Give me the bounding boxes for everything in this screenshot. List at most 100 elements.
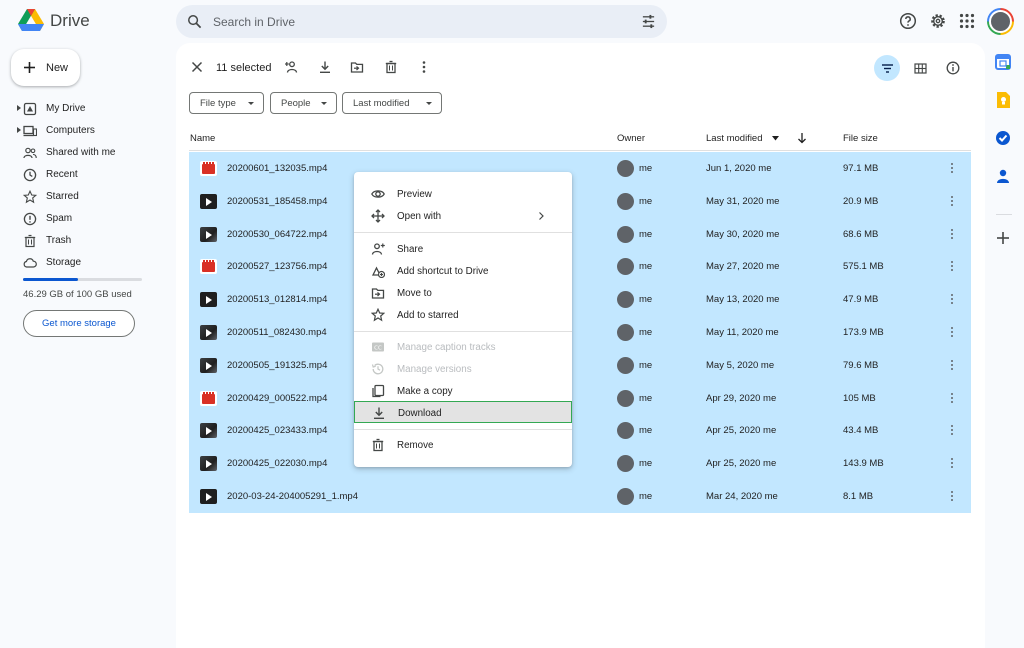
contacts-app-icon[interactable] <box>994 167 1012 185</box>
menu-item-download[interactable]: Download <box>354 401 572 423</box>
sort-dropdown-icon[interactable] <box>772 136 779 141</box>
sidebar-item-my-drive[interactable]: My Drive <box>0 98 176 120</box>
table-row[interactable]: 20200505_191325.mp4 me May 5, 2020 me 79… <box>189 348 971 382</box>
owner-avatar <box>617 487 634 505</box>
menu-item-label: Remove <box>397 440 434 451</box>
get-more-storage-button[interactable]: Get more storage <box>23 310 135 337</box>
menu-item-add-to-starred[interactable]: Add to starred <box>354 304 572 326</box>
sort-direction-arrow-icon[interactable] <box>797 132 807 144</box>
filter-chip-people[interactable]: People <box>270 92 337 114</box>
owner-avatar <box>617 422 634 440</box>
add-app-plus-icon[interactable] <box>994 229 1012 247</box>
menu-item-make-a-copy[interactable]: Make a copy <box>354 380 572 402</box>
video-file-icon <box>200 456 217 472</box>
file-size: 43.4 MB <box>843 425 879 437</box>
menu-item-move-to[interactable]: Move to <box>354 282 572 304</box>
grid-view-button[interactable] <box>907 55 933 81</box>
menu-item-label: Make a copy <box>397 386 453 397</box>
file-owner: me <box>639 195 653 207</box>
column-header-file-size[interactable]: File size <box>843 133 878 144</box>
eye-icon <box>371 190 385 198</box>
sidebar-item-computers[interactable]: Computers <box>0 120 176 142</box>
trash-icon[interactable] <box>384 60 398 74</box>
tasks-app-icon[interactable] <box>994 129 1012 147</box>
sidebar-item-spam[interactable]: Spam <box>0 208 176 230</box>
search-input[interactable] <box>213 13 613 31</box>
sidebar-item-storage[interactable]: Storage <box>0 252 176 274</box>
details-info-button[interactable] <box>940 55 966 81</box>
more-actions-icon[interactable] <box>946 259 958 273</box>
column-header-last-modified[interactable]: Last modified <box>706 133 763 144</box>
more-actions-icon[interactable] <box>946 358 958 372</box>
menu-item-remove[interactable]: Remove <box>354 434 572 456</box>
search-box[interactable] <box>176 5 667 38</box>
account-avatar[interactable] <box>987 8 1014 35</box>
chevron-down-icon <box>248 102 254 105</box>
menu-item-preview[interactable]: Preview <box>354 183 572 205</box>
more-actions-icon[interactable] <box>946 456 958 470</box>
more-actions-icon[interactable] <box>946 292 958 306</box>
sidebar-item-starred[interactable]: Starred <box>0 186 176 208</box>
new-button[interactable]: New <box>11 49 80 86</box>
download-icon[interactable] <box>318 60 332 74</box>
owner-avatar <box>617 455 634 473</box>
open-with-icon <box>371 209 385 223</box>
table-row[interactable]: 20200531_185458.mp4 me May 31, 2020 me 2… <box>189 184 971 218</box>
menu-item-add-shortcut[interactable]: Add shortcut to Drive <box>354 260 572 282</box>
table-row[interactable]: 20200511_082430.mp4 me May 11, 2020 me 1… <box>189 315 971 349</box>
download-icon <box>374 407 384 420</box>
table-row[interactable]: 20200513_012814.mp4 me May 13, 2020 me 4… <box>189 283 971 316</box>
column-header-name[interactable]: Name <box>190 133 215 144</box>
file-last-modified: May 5, 2020 me <box>706 359 775 371</box>
filter-toggle-button[interactable] <box>874 55 900 81</box>
filter-chip-file-type[interactable]: File type <box>189 92 264 114</box>
menu-item-label: Add shortcut to Drive <box>397 266 489 277</box>
search-icon[interactable] <box>187 14 202 29</box>
help-icon[interactable] <box>899 12 917 30</box>
more-actions-icon[interactable] <box>946 423 958 437</box>
file-owner: me <box>639 294 653 306</box>
apps-grid-icon[interactable] <box>958 12 976 30</box>
app-name[interactable]: Drive <box>50 11 90 31</box>
settings-gear-icon[interactable] <box>929 12 947 30</box>
table-row[interactable]: 20200429_000522.mp4 me Apr 29, 2020 me 1… <box>189 381 971 415</box>
sidebar-item-label: Trash <box>46 235 72 246</box>
expand-caret-icon[interactable] <box>17 105 21 111</box>
sidebar-item-shared-with-me[interactable]: Shared with me <box>0 142 176 164</box>
keep-app-icon[interactable] <box>994 91 1012 109</box>
move-to-folder-icon[interactable] <box>350 60 364 74</box>
menu-item-share[interactable]: Share <box>354 238 572 260</box>
expand-caret-icon[interactable] <box>17 127 21 133</box>
column-header-owner[interactable]: Owner <box>617 133 645 144</box>
table-row[interactable]: 20200601_132035.mp4 me Jun 1, 2020 me 97… <box>189 152 971 185</box>
info-icon <box>946 61 960 75</box>
menu-item-manage-caption-tracks: CC Manage caption tracks <box>354 336 572 358</box>
sidebar-item-recent[interactable]: Recent <box>0 164 176 186</box>
sidebar-item-label: Recent <box>46 169 78 180</box>
calendar-app-icon[interactable] <box>994 53 1012 71</box>
table-row[interactable]: 20200530_064722.mp4 me May 30, 2020 me 6… <box>189 217 971 251</box>
more-actions-icon[interactable] <box>946 489 958 503</box>
menu-item-label: Preview <box>397 189 432 200</box>
table-row[interactable]: 20200527_123756.mp4 me May 27, 2020 me 5… <box>189 250 971 284</box>
more-actions-icon[interactable] <box>946 325 958 339</box>
storage-usage-fill <box>23 278 79 281</box>
filter-chip-last-modified[interactable]: Last modified <box>342 92 442 114</box>
file-size: 143.9 MB <box>843 458 884 470</box>
search-options-icon[interactable] <box>641 14 656 29</box>
table-row[interactable]: 20200425_022030.mp4 me Apr 25, 2020 me 1… <box>189 447 971 480</box>
owner-avatar <box>617 258 634 276</box>
table-row[interactable]: 2020-03-24-204005291_1.mp4 me Mar 24, 20… <box>189 479 971 513</box>
share-person-add-icon[interactable] <box>285 60 299 74</box>
sidebar-item-label: Starred <box>46 191 79 202</box>
drive-logo-icon[interactable] <box>18 9 44 33</box>
more-actions-icon[interactable] <box>946 227 958 241</box>
more-actions-icon[interactable] <box>946 391 958 405</box>
more-actions-icon[interactable] <box>946 194 958 208</box>
sidebar-item-trash[interactable]: Trash <box>0 230 176 252</box>
more-actions-icon[interactable] <box>946 161 958 175</box>
table-row[interactable]: 20200425_023433.mp4 me Apr 25, 2020 me 4… <box>189 414 971 448</box>
menu-item-open-with[interactable]: Open with <box>354 205 572 227</box>
close-icon[interactable] <box>190 60 204 74</box>
more-vert-icon[interactable] <box>417 60 431 74</box>
